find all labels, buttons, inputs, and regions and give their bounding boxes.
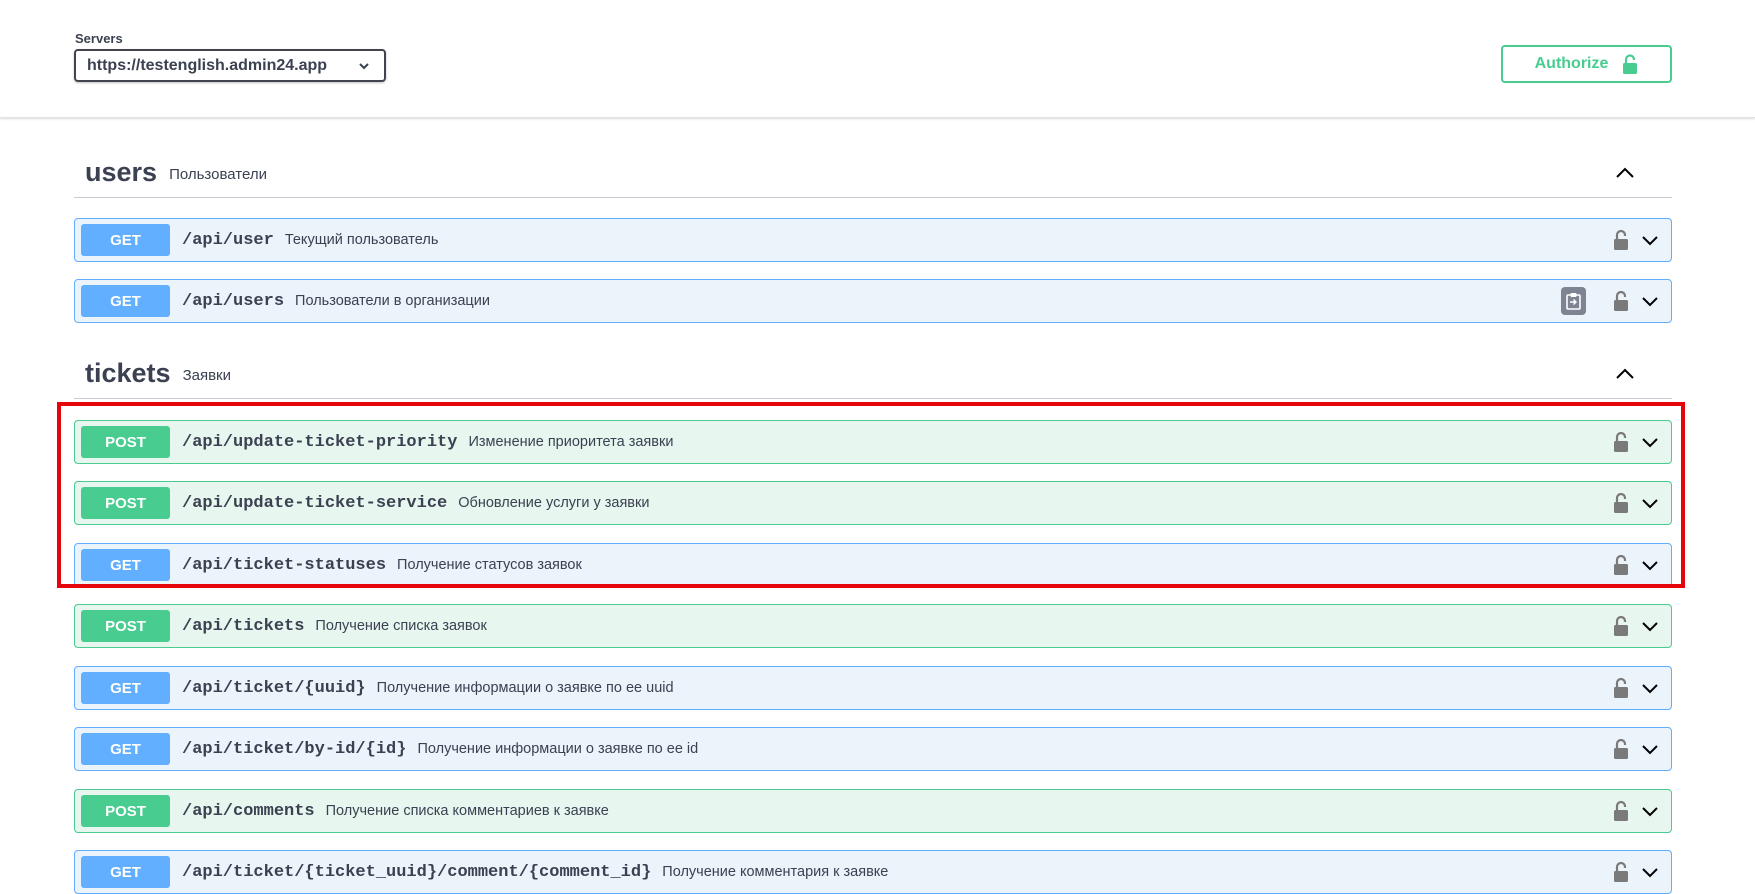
operation-path: /api/comments bbox=[182, 801, 315, 821]
chevron-down-icon[interactable] bbox=[1641, 743, 1659, 755]
method-badge: GET bbox=[81, 285, 170, 317]
operation-summary: Изменение приоритета заявки bbox=[468, 434, 674, 450]
operation-post-update-ticket-service[interactable]: POST /api/update-ticket-service Обновлен… bbox=[74, 481, 1672, 525]
operation-path: /api/ticket/{ticket_uuid}/comment/{comme… bbox=[182, 862, 652, 882]
chevron-down-icon[interactable] bbox=[1641, 805, 1659, 817]
tag-description: Заявки bbox=[182, 366, 231, 384]
method-badge: GET bbox=[81, 733, 170, 765]
lock-icon[interactable] bbox=[1613, 800, 1629, 822]
operation-summary: Пользователи в организации bbox=[295, 293, 490, 309]
chevron-down-icon[interactable] bbox=[1641, 295, 1659, 307]
chevron-down-icon[interactable] bbox=[1641, 234, 1659, 246]
operation-path: /api/tickets bbox=[182, 616, 305, 636]
chevron-up-icon[interactable] bbox=[1614, 162, 1636, 184]
method-badge: POST bbox=[81, 795, 170, 827]
operation-get-ticket-comment[interactable]: GET /api/ticket/{ticket_uuid}/comment/{c… bbox=[74, 850, 1672, 894]
servers-label: Servers bbox=[75, 31, 123, 46]
operation-summary: Получение списка заявок bbox=[315, 618, 487, 634]
lock-icon[interactable] bbox=[1613, 738, 1629, 760]
operation-path: /api/user bbox=[182, 230, 274, 250]
operation-get-ticket-by-id[interactable]: GET /api/ticket/by-id/{id} Получение инф… bbox=[74, 727, 1672, 771]
lock-icon[interactable] bbox=[1613, 290, 1629, 312]
operation-path: /api/update-ticket-priority bbox=[182, 432, 458, 452]
operation-path: /api/users bbox=[182, 291, 285, 311]
operation-summary: Обновление услуги у заявки bbox=[458, 495, 650, 511]
method-badge: GET bbox=[81, 856, 170, 888]
operation-path: /api/update-ticket-service bbox=[182, 493, 448, 513]
operation-summary: Получение списка комментариев к заявке bbox=[325, 803, 609, 819]
chevron-down-icon[interactable] bbox=[1641, 620, 1659, 632]
operation-post-update-ticket-priority[interactable]: POST /api/update-ticket-priority Изменен… bbox=[74, 420, 1672, 464]
method-badge: GET bbox=[81, 672, 170, 704]
chevron-down-icon[interactable] bbox=[1641, 866, 1659, 878]
clipboard-icon bbox=[1566, 293, 1581, 310]
operation-get-api-users[interactable]: GET /api/users Пользователи в организаци… bbox=[74, 279, 1672, 323]
copy-to-clipboard-button[interactable] bbox=[1561, 287, 1586, 315]
chevron-down-icon[interactable] bbox=[1641, 559, 1659, 571]
tag-header-tickets[interactable]: tickets Заявки bbox=[74, 349, 1672, 399]
tag-description: Пользователи bbox=[169, 165, 267, 183]
operation-path: /api/ticket/by-id/{id} bbox=[182, 739, 407, 759]
tag-name: tickets bbox=[85, 358, 171, 388]
tag-name: users bbox=[85, 157, 158, 187]
operation-get-ticket-statuses[interactable]: GET /api/ticket-statuses Получение стату… bbox=[74, 543, 1672, 587]
lock-icon[interactable] bbox=[1613, 554, 1629, 576]
method-badge: POST bbox=[81, 426, 170, 458]
method-badge: POST bbox=[81, 487, 170, 519]
operation-summary: Получение статусов заявок bbox=[397, 557, 582, 573]
authorize-button[interactable]: Authorize bbox=[1501, 45, 1672, 83]
lock-icon[interactable] bbox=[1613, 229, 1629, 251]
operation-summary: Получение комментария к заявке bbox=[662, 864, 889, 880]
server-select[interactable]: https://testenglish.admin24.app bbox=[74, 49, 386, 82]
tag-header-users[interactable]: users Пользователи bbox=[74, 148, 1672, 198]
lock-icon[interactable] bbox=[1613, 431, 1629, 453]
operation-summary: Получение информации о заявке по ее id bbox=[417, 741, 699, 757]
chevron-down-icon bbox=[359, 63, 369, 70]
operation-post-comments[interactable]: POST /api/comments Получение списка комм… bbox=[74, 789, 1672, 833]
servers-bar: Servers https://testenglish.admin24.app … bbox=[0, 0, 1755, 118]
authorize-label: Authorize bbox=[1534, 55, 1609, 72]
method-badge: GET bbox=[81, 549, 170, 581]
operation-post-tickets[interactable]: POST /api/tickets Получение списка заяво… bbox=[74, 604, 1672, 648]
lock-icon[interactable] bbox=[1613, 861, 1629, 883]
operation-get-ticket-uuid[interactable]: GET /api/ticket/{uuid} Получение информа… bbox=[74, 666, 1672, 710]
operation-summary: Получение информации о заявке по ее uuid bbox=[376, 680, 674, 696]
operation-path: /api/ticket-statuses bbox=[182, 555, 387, 575]
chevron-up-icon[interactable] bbox=[1614, 363, 1636, 385]
chevron-down-icon[interactable] bbox=[1641, 436, 1659, 448]
chevron-down-icon[interactable] bbox=[1641, 682, 1659, 694]
method-badge: GET bbox=[81, 224, 170, 256]
operation-path: /api/ticket/{uuid} bbox=[182, 678, 366, 698]
operation-summary: Текущий пользователь bbox=[284, 232, 439, 248]
server-select-value: https://testenglish.admin24.app bbox=[87, 56, 328, 74]
chevron-down-icon[interactable] bbox=[1641, 497, 1659, 509]
operation-get-api-user[interactable]: GET /api/user Текущий пользователь bbox=[74, 218, 1672, 262]
lock-icon[interactable] bbox=[1613, 677, 1629, 699]
lock-icon[interactable] bbox=[1613, 492, 1629, 514]
method-badge: POST bbox=[81, 610, 170, 642]
lock-icon[interactable] bbox=[1613, 615, 1629, 637]
unlocked-icon bbox=[1623, 54, 1638, 74]
